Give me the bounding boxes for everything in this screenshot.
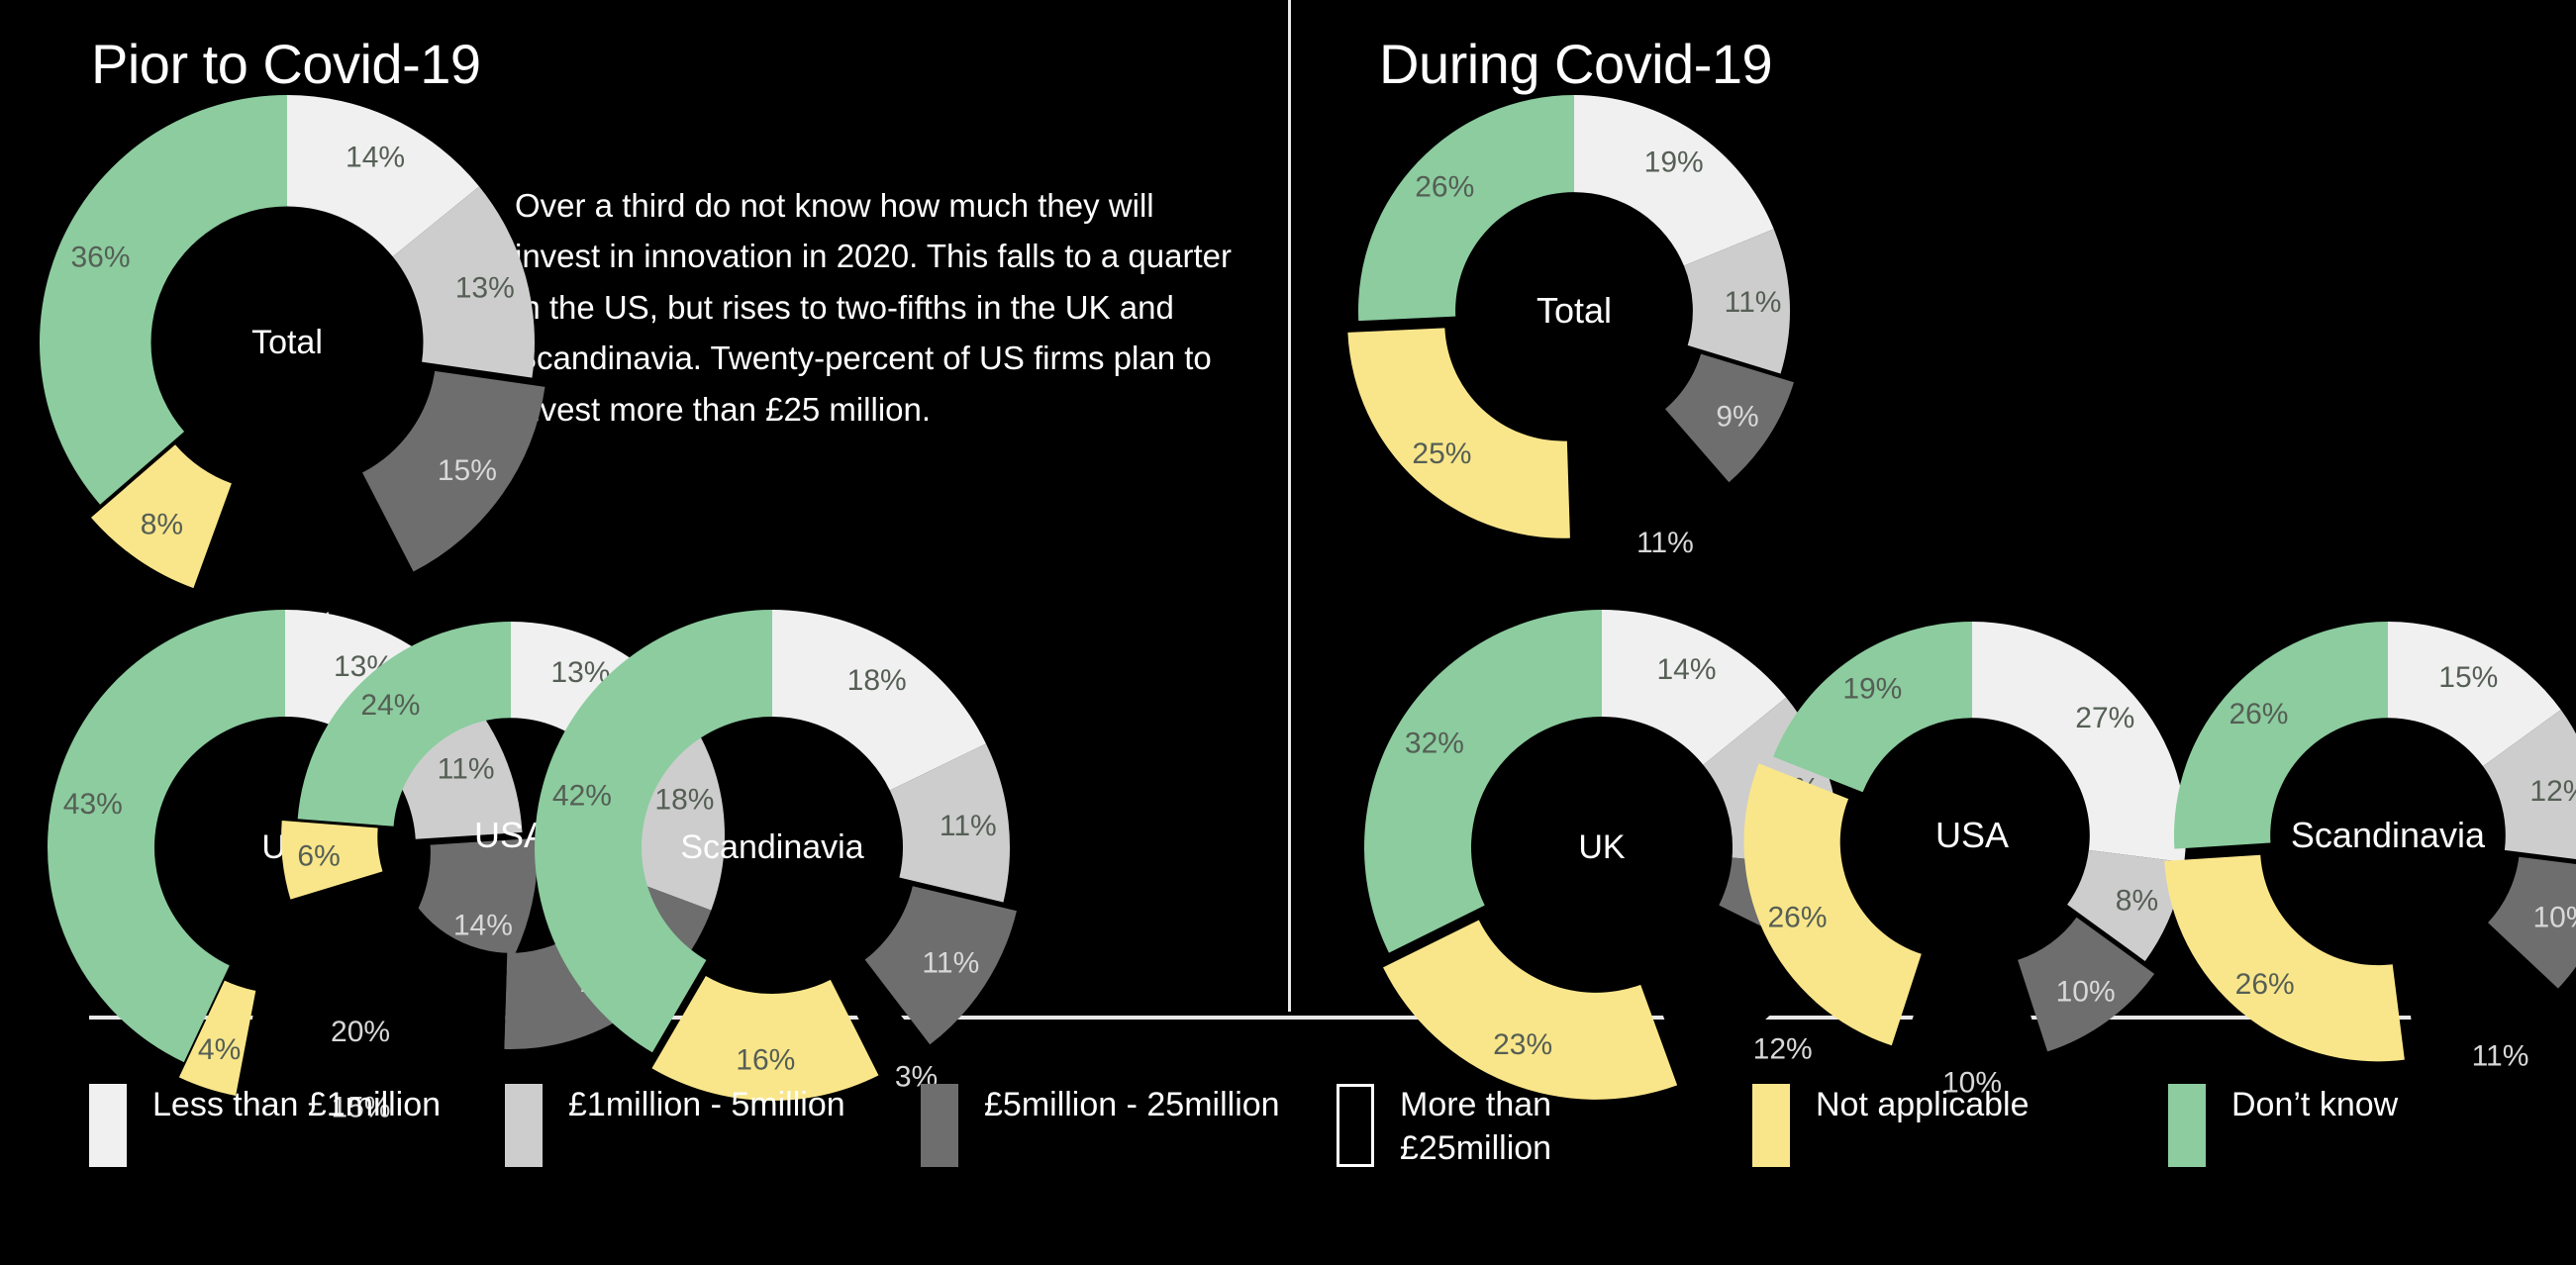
legend-more-than-25million-label: More than £25million (1400, 1086, 1552, 1167)
donut-segment (2174, 622, 2388, 849)
donut-segment-label: 43% (63, 788, 123, 821)
legend: Less than £1million £1million - 5million £… (89, 1084, 2495, 1213)
donut-segment-label: 15% (438, 454, 497, 487)
donut-segment-label: 4% (198, 1033, 241, 1066)
donut-segment (1574, 95, 1774, 266)
donut-segment-label: 19% (1842, 672, 1902, 705)
donut-chart-scandinavia-during: 15%12%10%11%26%26%Scandinavia (2113, 560, 2576, 1111)
donut-segment-label: 16% (736, 1043, 795, 1076)
legend-5-to-25million-swatch (921, 1084, 958, 1167)
donut-segment (2164, 854, 2405, 1062)
donut-segment-label: 26% (2235, 968, 2295, 1001)
donut-segment-label: 36% (70, 241, 130, 273)
legend-more-than-25million-swatch (1337, 1084, 1374, 1167)
donut-chart-scandinavia-prior: 18% 11% 11% 3% 16% 42% Scandinavia (473, 548, 1071, 1146)
donut-segment-label: 8% (141, 508, 183, 540)
donut-segment-label: 11% (2472, 1039, 2529, 1072)
donut-chart-total-during: 19% 11% 9% 11% 25% 26% Total (1297, 34, 1851, 588)
donut-segment-label: 32% (1405, 728, 1464, 760)
donut-segment (1906, 946, 2038, 1049)
donut-segment (1364, 610, 1602, 953)
donut-segment-label: 14% (346, 141, 405, 173)
legend-dont-know-swatch (2168, 1084, 2206, 1167)
legend-less-than-1million-label: Less than £1million (152, 1086, 442, 1123)
donut-segment-label: 26% (2229, 698, 2288, 730)
donut-segment (535, 610, 772, 1053)
legend-less-than-1million-swatch (89, 1084, 127, 1167)
legend-more-than-25million[interactable]: More than £25million (1337, 1084, 1752, 1170)
donut-segment-label: 10% (2532, 902, 2576, 934)
vertical-divider (1288, 0, 1291, 1012)
donut-segment-label: 20% (331, 1016, 390, 1048)
donut-segment (1347, 328, 1570, 538)
donut-segment-label: 11% (1725, 286, 1782, 319)
legend-dont-know[interactable]: Don’t know (2168, 1084, 2576, 1167)
donut-segment (1773, 622, 1972, 793)
legend-not-applicable-label: Not applicable (1816, 1086, 2030, 1123)
donut-segment-label: 25% (1412, 438, 1471, 470)
legend-1-to-5million-swatch (505, 1084, 543, 1167)
legend-less-than-1million[interactable]: Less than £1million (89, 1084, 505, 1167)
legend-1-to-5million[interactable]: £1million - 5million (505, 1084, 921, 1167)
donut-segment (1358, 95, 1574, 322)
donut-segment (1383, 920, 1678, 1100)
donut-segment-label: 15% (2438, 661, 2498, 694)
donut-segment-label: 12% (2529, 775, 2576, 808)
donut-segment-label: 19% (1644, 146, 1704, 178)
legend-5-to-25million-label: £5million - 25million (984, 1086, 1280, 1123)
donut-segment-label: 11% (922, 946, 979, 979)
donut-segment (40, 95, 288, 505)
legend-not-applicable-swatch (1752, 1084, 1790, 1167)
donut-segment-label: 9% (1716, 401, 1758, 434)
donut-segment-label: 26% (1767, 902, 1827, 934)
donut-segment-label: 24% (360, 689, 420, 722)
panel-blurb-prior: Over a third do not know how much they w… (515, 187, 1232, 428)
donut-segment-label: 10% (2056, 975, 2116, 1008)
legend-5-to-25million[interactable]: £5million - 25million (921, 1084, 1337, 1167)
legend-not-applicable[interactable]: Not applicable (1752, 1084, 2168, 1167)
donut-segment-label: 42% (552, 780, 612, 813)
donut-segment-label: 6% (297, 840, 340, 873)
donut-segment-label: 18% (847, 664, 907, 697)
donut-segment-label: 13% (455, 271, 515, 304)
legend-1-to-5million-label: £1million - 5million (568, 1086, 845, 1123)
donut-segment-label: 11% (940, 810, 997, 842)
legend-dont-know-label: Don’t know (2231, 1086, 2399, 1123)
donut-segment-label: 23% (1493, 1028, 1552, 1061)
donut-segment-label: 26% (1415, 171, 1474, 204)
